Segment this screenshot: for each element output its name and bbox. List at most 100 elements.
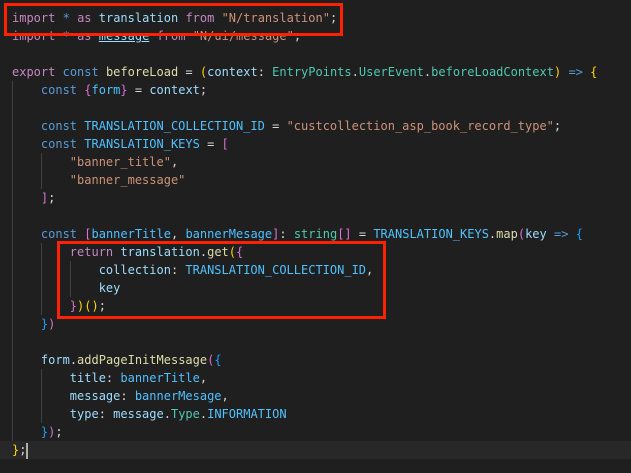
code-token: ,: [366, 263, 374, 277]
code-token: =>: [568, 65, 583, 79]
code-line[interactable]: })();: [0, 297, 631, 315]
code-line[interactable]: key: [0, 279, 631, 297]
code-token: beforeLoadContext: [431, 65, 554, 79]
indent-guide: [40, 243, 42, 261]
code-line[interactable]: });: [0, 423, 631, 441]
code-token: from: [185, 11, 215, 25]
code-line[interactable]: title: bannerTitle,: [0, 369, 631, 387]
indent-guide: [12, 135, 13, 153]
code-token: const: [62, 65, 99, 79]
text-cursor: [26, 442, 29, 459]
code-line[interactable]: collection: TRANSLATION_COLLECTION_ID,: [0, 261, 631, 279]
code-line[interactable]: return translation.get({: [0, 243, 631, 261]
code-line[interactable]: };: [0, 441, 631, 459]
code-line[interactable]: "banner_message": [0, 171, 631, 189]
code-token: string: [293, 227, 338, 241]
code-token: form: [91, 83, 121, 97]
code-token: as: [77, 29, 92, 43]
indent-guide: [12, 81, 13, 99]
code-token: =: [127, 83, 150, 97]
code-token: ,: [170, 155, 179, 169]
indent-guide: [12, 279, 13, 297]
code-token: type: [69, 407, 99, 421]
indent-guide: [40, 153, 42, 171]
code-token: {: [214, 353, 222, 367]
code-token: =: [178, 65, 200, 79]
code-token: [: [221, 137, 229, 151]
code-token: beforeLoad: [105, 65, 179, 79]
code-token: title: [69, 371, 106, 385]
code-line[interactable]: import * as message from "N/ui/message";: [0, 27, 631, 45]
code-token: key: [525, 227, 547, 241]
code-line[interactable]: [0, 99, 631, 117]
code-token: const: [40, 227, 78, 241]
code-token: :: [120, 389, 135, 403]
code-token: ;: [98, 299, 106, 313]
code-line[interactable]: [0, 207, 631, 225]
code-token: =>: [554, 227, 569, 241]
indent-guide: [12, 405, 13, 423]
code-token: context: [149, 83, 200, 97]
code-token: .: [163, 407, 171, 421]
code-token: ;: [293, 29, 302, 43]
code-line[interactable]: ];: [0, 189, 631, 207]
code-line[interactable]: }): [0, 315, 631, 333]
code-token: []: [337, 227, 352, 241]
code-token: (: [228, 245, 237, 259]
code-token: bannerMesage: [134, 389, 222, 403]
code-token: import: [12, 11, 56, 25]
code-token: const: [40, 83, 78, 97]
indent-guide: [12, 117, 13, 135]
code-line[interactable]: "banner_title",: [0, 153, 631, 171]
code-line[interactable]: message: bannerMesage,: [0, 387, 631, 405]
code-token: message: [69, 389, 121, 403]
code-token: "N/translation": [221, 11, 330, 25]
code-token: addPageInitMessage: [77, 353, 208, 367]
code-line[interactable]: export const beforeLoad = (context: Entr…: [0, 63, 631, 81]
code-line[interactable]: [0, 333, 631, 351]
code-line[interactable]: const [bannerTitle, bannerMesage]: strin…: [0, 225, 631, 243]
code-token: EntryPoints: [272, 65, 352, 79]
code-token: .: [199, 245, 208, 259]
code-editor[interactable]: import * as translation from "N/translat…: [0, 9, 631, 459]
code-line[interactable]: [0, 45, 631, 63]
code-token: ;: [553, 119, 562, 133]
indent-guide: [40, 279, 42, 297]
code-token: {: [590, 65, 598, 79]
code-token: TRANSLATION_KEYS: [84, 137, 200, 151]
code-line[interactable]: form.addPageInitMessage({: [0, 351, 631, 369]
code-token: translation: [91, 11, 186, 25]
indent-guide: [40, 405, 42, 423]
code-token: export: [12, 65, 56, 79]
code-token: .: [351, 65, 359, 79]
indent-guide: [12, 297, 13, 315]
code-line[interactable]: const {form} = context;: [0, 81, 631, 99]
code-token: ,: [170, 227, 186, 241]
indent-guide: [12, 315, 13, 333]
indent-guide: [12, 99, 13, 117]
code-token: ,: [199, 371, 208, 385]
code-token: {: [575, 227, 583, 241]
code-token: [: [84, 227, 92, 241]
indent-guide: [69, 279, 71, 297]
code-line[interactable]: const TRANSLATION_KEYS = [: [0, 135, 631, 153]
code-token: ;: [48, 191, 56, 205]
code-token: :: [98, 407, 114, 421]
indent-guide: [12, 189, 13, 207]
code-line[interactable]: import * as translation from "N/translat…: [0, 9, 631, 27]
code-token: UserEvent: [358, 65, 424, 79]
code-line[interactable]: const TRANSLATION_COLLECTION_ID = "custc…: [0, 117, 631, 135]
code-line[interactable]: type: message.Type.INFORMATION: [0, 405, 631, 423]
indent-guide: [40, 297, 42, 315]
code-token: Type: [170, 407, 200, 421]
indent-guide: [12, 153, 13, 171]
code-token: =: [351, 227, 374, 241]
